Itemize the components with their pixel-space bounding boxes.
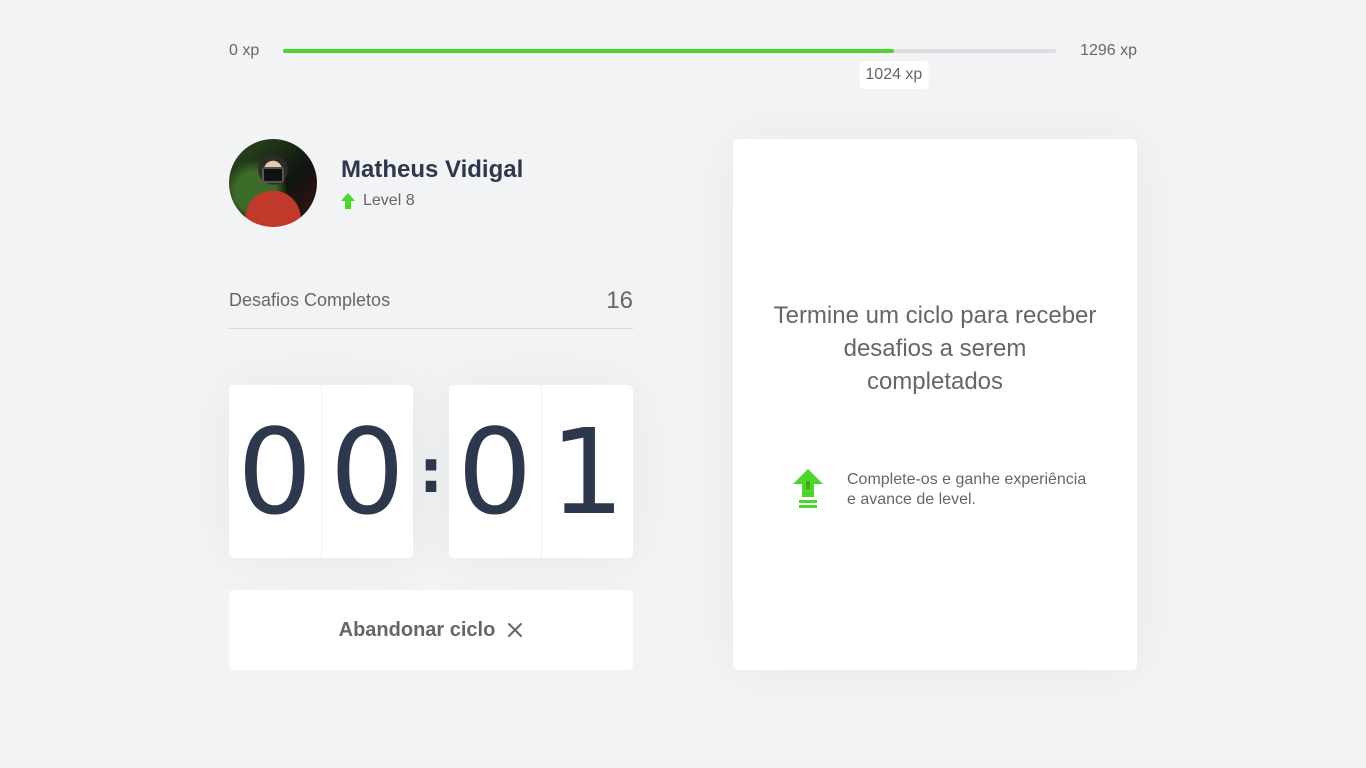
profile-level: Level 8 [341,192,523,210]
countdown-seconds: 0 1 [449,385,633,558]
profile-name: Matheus Vidigal [341,156,524,183]
xp-current-label: 1024 xp [859,61,929,89]
profile: Matheus Vidigal Level 8 [229,139,633,227]
experience-bar: 0 xp 1024 xp 1296 xp [229,40,1137,89]
completed-challenges: Desafios Completos 16 [229,283,633,329]
avatar [229,139,317,227]
challenge-hint: Complete-os e ganhe experiência e avance… [793,469,1087,511]
completed-challenges-label: Desafios Completos [229,290,391,310]
xp-track: 1024 xp [283,49,1057,89]
second-ones-digit: 1 [540,385,634,558]
profile-info: Matheus Vidigal Level 8 [341,156,523,210]
minute-ones-digit: 0 [320,385,414,558]
challenge-box: Termine um ciclo para receber desafios a… [733,139,1137,670]
countdown-timer: 0 0 : 0 1 [229,385,633,558]
abandon-cycle-button[interactable]: Abandonar ciclo [229,590,633,670]
xp-min-label: 0 xp [229,42,260,59]
left-column: Matheus Vidigal Level 8 Desafios Complet… [229,139,633,670]
level-label: Level 8 [363,192,415,209]
countdown-minutes: 0 0 [229,385,413,558]
minute-tens-digit: 0 [237,402,313,541]
avatar-photo-camera [262,167,284,183]
xp-progress-fill [283,49,894,53]
countdown-separator: : [419,436,443,507]
second-tens-digit: 0 [457,402,533,541]
challenge-hint-text: Complete-os e ganhe experiência e avance… [847,471,1087,508]
completed-challenges-count: 16 [606,287,633,314]
close-icon [508,623,523,637]
abandon-cycle-label: Abandonar ciclo [338,618,496,641]
level-up-arrow-icon [341,193,355,209]
xp-max-label: 1296 xp [1080,42,1137,59]
level-up-icon [793,469,823,508]
challenge-box-title: Termine um ciclo para receber desafios a… [773,302,1097,395]
